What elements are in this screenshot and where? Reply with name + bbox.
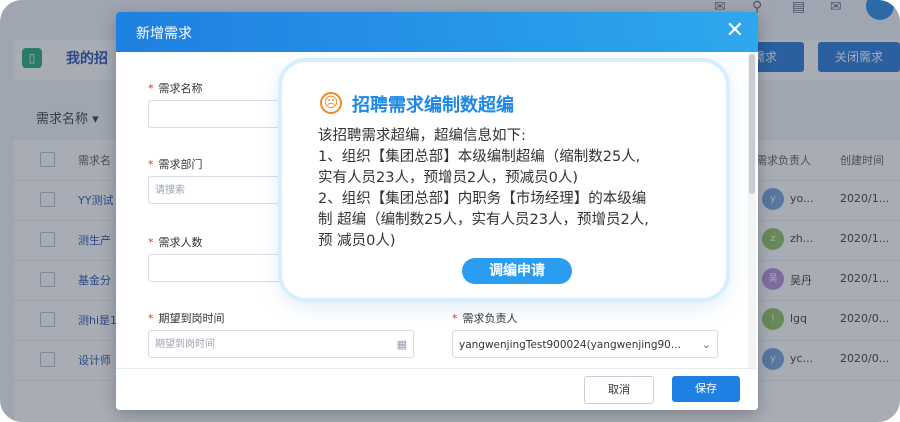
alert-line: 制 超编（编制数25人，实有人员23人，预增员2人,	[318, 212, 649, 228]
sad-face-icon: ☹	[320, 92, 342, 114]
save-button[interactable]: 保存	[672, 376, 740, 402]
label-text: 需求部门	[158, 158, 203, 171]
date-placeholder: 期望到岗时间	[155, 339, 215, 350]
alert-message: 该招聘需求超编，超编信息如下: 1、组织【集团总部】本级编制超编（缩制数25人,…	[318, 126, 698, 252]
dept-field-label: * 需求部门	[148, 156, 203, 172]
owner-selected-value: yangwenjingTest900024(yangwenjing90...	[459, 339, 681, 351]
required-mark: *	[148, 158, 154, 171]
alert-line: 该招聘需求超编，超编信息如下:	[318, 128, 526, 144]
label-text: 需求名称	[158, 82, 203, 95]
overstaffing-alert: ☹ 招聘需求编制数超编 该招聘需求超编，超编信息如下: 1、组织【集团总部】本级…	[282, 62, 726, 298]
dialog-title: 新增需求	[136, 26, 192, 42]
required-mark: *	[148, 236, 154, 249]
expected-date-input[interactable]: 期望到岗时间 ▦	[148, 330, 414, 358]
scrollbar-thumb[interactable]	[749, 54, 755, 194]
dialog-scrollbar[interactable]	[748, 52, 756, 368]
count-field-label: * 需求人数	[148, 234, 203, 250]
dialog-footer: 取消 保存	[116, 368, 758, 410]
required-mark: *	[148, 312, 154, 325]
date-field-label: * 期望到岗时间	[148, 310, 225, 326]
alert-line: 2、组织【集团总部】内职务【市场经理】的本级编	[318, 191, 647, 207]
calendar-icon[interactable]: ▦	[397, 331, 407, 359]
close-icon[interactable]: ✕	[726, 18, 744, 44]
name-field-label: * 需求名称	[148, 80, 203, 96]
alert-line: 实有人员23人，预增员2人，预减员0人)	[318, 170, 579, 186]
required-mark: *	[148, 82, 154, 95]
chevron-down-icon[interactable]: ⌄	[702, 331, 711, 359]
alert-line: 1、组织【集团总部】本级编制超编（缩制数25人,	[318, 149, 641, 165]
owner-select[interactable]: yangwenjingTest900024(yangwenjing90... ⌄	[452, 330, 718, 358]
cancel-button[interactable]: 取消	[584, 376, 654, 404]
adjust-quota-button[interactable]: 调编申请	[462, 258, 572, 284]
dialog-header: 新增需求 ✕	[116, 12, 758, 52]
required-mark: *	[452, 312, 458, 325]
alert-line: 预 减员0人)	[318, 233, 396, 249]
app-frame: ✉ ⚲ ▤ ✉ ▯ 我的招 需求 关闭需求 需求名称 ▾ 需求名 需求负责人 创…	[0, 0, 900, 422]
alert-title: 招聘需求编制数超编	[352, 95, 514, 116]
label-text: 需求人数	[158, 236, 203, 249]
owner-field-label: * 需求负责人	[452, 310, 518, 326]
label-text: 期望到岗时间	[158, 312, 225, 325]
label-text: 需求负责人	[462, 312, 518, 325]
